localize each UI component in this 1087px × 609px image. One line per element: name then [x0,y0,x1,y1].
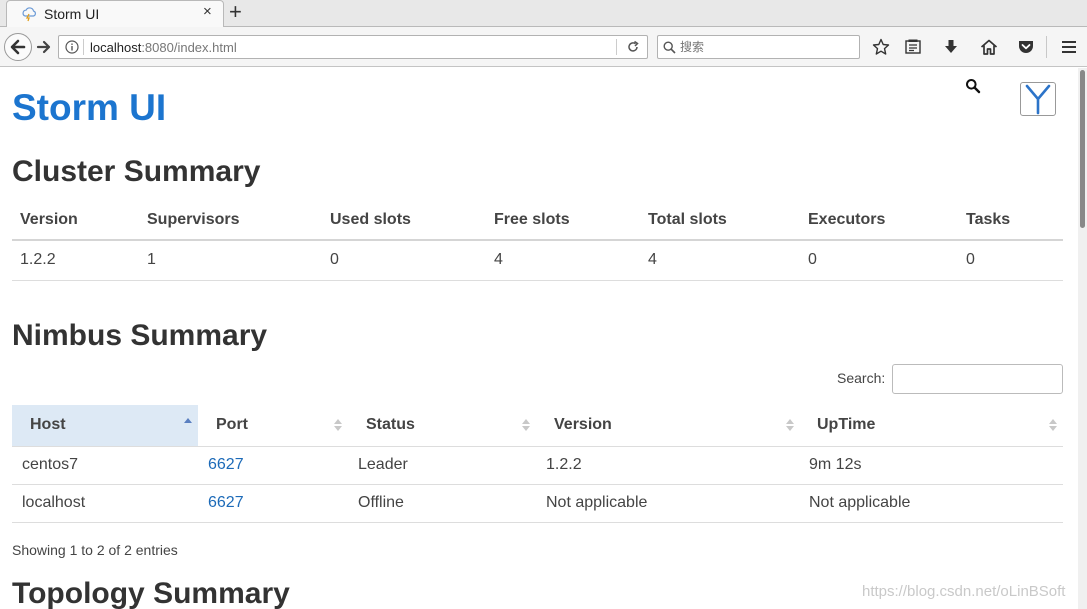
cluster-header-version: Version [20,211,78,228]
sort-both-icon[interactable] [334,418,342,432]
url-bar[interactable]: localhost:8080/index.html [58,35,648,59]
page-brand-title[interactable]: Storm UI [12,87,166,129]
nimbus-header-status[interactable]: Status [366,416,415,434]
nimbus-row-rule [12,522,1063,523]
url-divider-right [616,39,617,55]
bookmarks-library-icon[interactable] [904,38,922,56]
nimbus-header-port[interactable]: Port [216,416,248,434]
nimbus-search-input[interactable] [892,364,1063,394]
scrollbar-thumb[interactable] [1080,70,1085,228]
cluster-cell-used-slots: 0 [330,251,339,268]
nimbus-port-link[interactable]: 6627 [208,494,244,512]
nimbus-cell-host: localhost [22,494,86,511]
nimbus-cell-host: centos7 [22,456,79,473]
cluster-header-executors: Executors [808,211,886,228]
sort-both-icon[interactable] [522,418,530,432]
nimbus-row-rule [12,484,1063,485]
nimbus-cell-status: Offline [358,494,404,511]
reload-icon[interactable] [625,39,641,55]
table-search-label: Search: [837,370,886,386]
bookmark-star-icon[interactable] [872,38,890,56]
cluster-header-rule [12,239,1063,241]
cluster-header-total-slots: Total slots [648,211,727,228]
tab-close-icon[interactable]: × [203,3,212,20]
nimbus-cell-uptime: 9m 12s [809,456,862,473]
home-icon[interactable] [980,38,998,56]
download-icon[interactable] [942,38,960,56]
nimbus-header-host[interactable]: Host [30,416,66,434]
cluster-row-rule [12,280,1063,281]
pocket-icon[interactable] [1017,38,1035,56]
watermark-text: https://blog.csdn.net/oLinBSoft [862,583,1066,600]
table-entries-info: Showing 1 to 2 of 2 entries [12,542,178,558]
cluster-header-used-slots: Used slots [330,211,411,228]
back-arrow-icon [10,39,26,55]
url-divider [83,39,84,55]
tab-title: Storm UI [44,6,100,22]
nimbus-port-link[interactable]: 6627 [208,456,244,474]
cluster-cell-supervisors: 1 [147,251,156,268]
nimbus-cell-version: Not applicable [546,494,648,511]
page-scrollbar[interactable] [1078,68,1087,609]
browser-tab[interactable]: Storm UI × [6,0,224,27]
cluster-summary-heading: Cluster Summary [12,155,261,188]
nimbus-header-uptime[interactable]: UpTime [817,416,875,434]
new-tab-button[interactable]: + [229,0,242,25]
back-button[interactable] [4,33,32,61]
forward-arrow-icon[interactable] [36,39,52,55]
cluster-header-supervisors: Supervisors [147,211,240,228]
nimbus-header-version[interactable]: Version [554,416,612,434]
sort-ascending-icon[interactable] [184,417,192,431]
nimbus-cell-status: Leader [358,456,408,473]
nimbus-cell-version: 1.2.2 [546,456,582,473]
cluster-cell-tasks: 0 [966,251,975,268]
cluster-cell-free-slots: 4 [494,251,503,268]
sort-both-icon[interactable] [786,418,794,432]
storm-logo-icon [1025,84,1051,115]
topology-summary-heading: Topology Summary [12,577,290,609]
page-content: Storm UI Cluster Summary Version Supervi… [0,68,1078,609]
cluster-header-free-slots: Free slots [494,211,570,228]
nav-toolbar: localhost:8080/index.html [0,27,1087,67]
browser-search-input[interactable] [680,38,855,56]
browser-search-box[interactable] [657,35,860,59]
cluster-cell-executors: 0 [808,251,817,268]
info-icon[interactable] [65,40,79,54]
url-text: localhost:8080/index.html [90,40,237,55]
nimbus-cell-uptime: Not applicable [809,494,911,511]
sort-both-icon[interactable] [1049,418,1057,432]
search-icon [663,41,676,54]
storm-favicon-icon [22,7,36,22]
cluster-header-tasks: Tasks [966,211,1011,228]
url-host: localhost [90,40,142,55]
menu-icon[interactable] [1060,38,1078,56]
url-path: :8080/index.html [141,40,237,55]
toolbar-separator [1046,36,1047,58]
cluster-cell-version: 1.2.2 [20,251,56,268]
nimbus-summary-heading: Nimbus Summary [12,319,268,352]
cluster-cell-total-slots: 4 [648,251,657,268]
nimbus-header-rule [12,446,1063,447]
page-search-icon[interactable] [965,78,981,94]
tab-bar: Storm UI × + [0,0,1087,27]
storm-logo[interactable] [1020,82,1056,116]
